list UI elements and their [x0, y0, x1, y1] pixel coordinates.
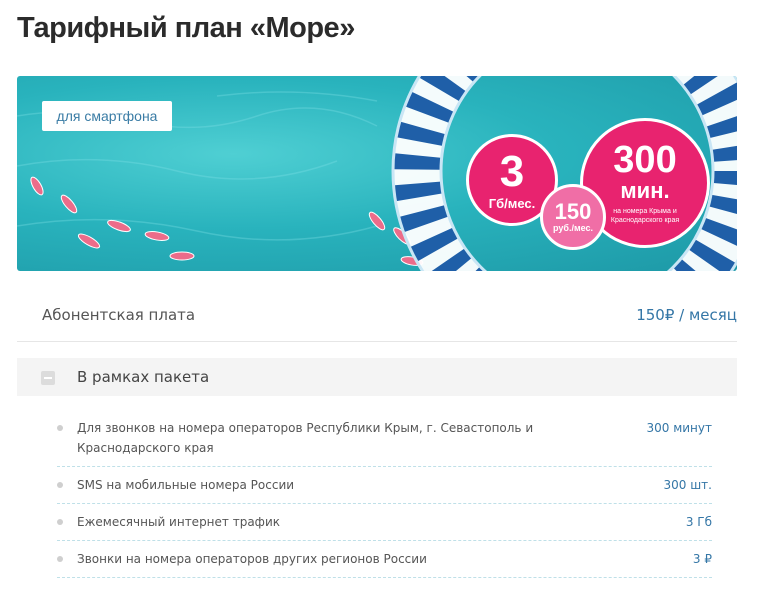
price-bubble-unit: руб./мес.	[553, 223, 593, 233]
bullet-icon	[57, 425, 63, 431]
promo-banner: для смартфона 3 Гб/мес. 300 мин. на номе…	[17, 76, 737, 271]
minutes-bubble-value: 300	[613, 139, 677, 181]
price-bubble: 150 руб./мес.	[540, 184, 606, 250]
fee-label: Абонентская плата	[42, 306, 196, 324]
package-toggle[interactable]: В рамках пакета	[17, 358, 737, 396]
fish-group	[30, 176, 424, 266]
list-item: Звонки на номера операторов других регио…	[57, 541, 712, 578]
page-title: Тарифный план «Море»	[17, 12, 355, 44]
item-label: Звонки на номера операторов других регио…	[77, 552, 427, 566]
price-bubble-value: 150	[554, 199, 592, 224]
package-items-list: Для звонков на номера операторов Республ…	[57, 410, 712, 578]
data-bubble-unit: Гб/мес.	[488, 195, 536, 211]
smartphone-tag: для смартфона	[42, 101, 172, 131]
data-bubble-value: 3	[499, 146, 525, 196]
minus-icon[interactable]	[41, 371, 55, 385]
minutes-bubble-unit: мин.	[620, 178, 670, 203]
bullet-icon	[57, 556, 63, 562]
fee-value: 150₽ / месяц	[636, 306, 737, 324]
item-value: 300 минут	[646, 421, 712, 435]
item-label: Ежемесячный интернет трафик	[77, 515, 280, 529]
bullet-icon	[57, 519, 63, 525]
item-value: 3 ₽	[692, 552, 712, 566]
package-label: В рамках пакета	[77, 368, 210, 386]
item-label: Для звонков на номера операторов Республ…	[77, 421, 534, 455]
list-item: SMS на мобильные номера России 300 шт.	[57, 467, 712, 504]
item-label: SMS на мобильные номера России	[77, 478, 295, 492]
list-item: Ежемесячный интернет трафик 3 Гб	[57, 504, 712, 541]
list-item: Для звонков на номера операторов Республ…	[57, 410, 712, 467]
bullet-icon	[57, 482, 63, 488]
item-value: 3 Гб	[685, 515, 712, 529]
subscription-fee-row: Абонентская плата 150₽ / месяц	[17, 292, 737, 342]
item-value: 300 шт.	[663, 478, 712, 492]
